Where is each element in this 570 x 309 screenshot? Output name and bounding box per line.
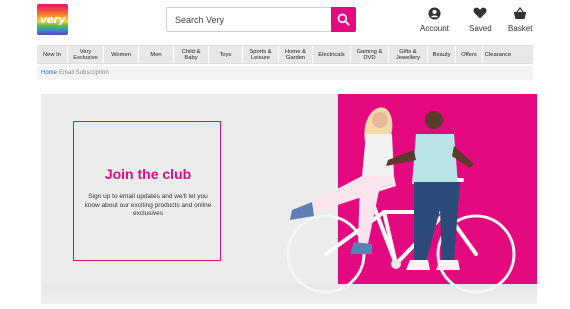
account-label: Account — [420, 24, 449, 33]
saved-label: Saved — [469, 24, 492, 33]
search-input[interactable] — [167, 8, 332, 31]
nav-item-toys[interactable]: Toys — [209, 46, 243, 63]
hero-title: Join the club — [104, 166, 192, 182]
speech-bubble: Join the club Sign up to email updates a… — [73, 121, 221, 261]
nav-item-very-exclusive[interactable]: Very Exclusive — [68, 46, 104, 63]
nav-item-women[interactable]: Women — [104, 46, 139, 63]
nav-item-new-in[interactable]: New In — [37, 46, 68, 63]
breadcrumb: Home Email Subscription — [37, 66, 533, 80]
couple-on-bicycle-illustration — [286, 107, 516, 294]
logo-text: very — [39, 13, 66, 26]
nav-item-sports-leisure[interactable]: Sports & Leisure — [243, 46, 279, 63]
basket-icon — [514, 6, 527, 19]
nav-item-gaming-dvd[interactable]: Gaming & DVD — [351, 46, 389, 63]
nav-item-beauty[interactable]: Beauty — [428, 46, 456, 63]
account-link[interactable]: Account — [420, 6, 449, 33]
very-logo[interactable]: very — [37, 4, 68, 35]
main-navigation: New In Very Exclusive Women Men Child & … — [37, 45, 533, 64]
search-icon — [337, 13, 350, 26]
nav-item-electricals[interactable]: Electricals — [313, 46, 351, 63]
search-button[interactable] — [331, 7, 356, 32]
join-club-banner: Join the club Sign up to email updates a… — [41, 94, 537, 304]
basket-link[interactable]: Basket — [508, 6, 532, 33]
nav-item-offers[interactable]: Offers — [456, 46, 483, 63]
heart-icon — [473, 7, 487, 19]
hero-description: Sign up to email updates and we'll let y… — [84, 193, 212, 217]
breadcrumb-current: Email Subscription — [59, 70, 109, 76]
breadcrumb-home-link[interactable]: Home — [41, 70, 57, 76]
nav-item-men[interactable]: Men — [139, 46, 174, 63]
search-bar — [166, 7, 356, 32]
nav-item-clearance[interactable]: Clearance — [483, 46, 513, 63]
basket-label: Basket — [508, 24, 533, 33]
account-icon — [428, 6, 441, 20]
nav-item-child-baby[interactable]: Child & Baby — [174, 46, 209, 63]
saved-link[interactable]: Saved — [469, 6, 492, 33]
nav-item-home-garden[interactable]: Home & Garden — [279, 46, 313, 63]
nav-item-gifts-jewellery[interactable]: Gifts & Jewellery — [389, 46, 428, 63]
